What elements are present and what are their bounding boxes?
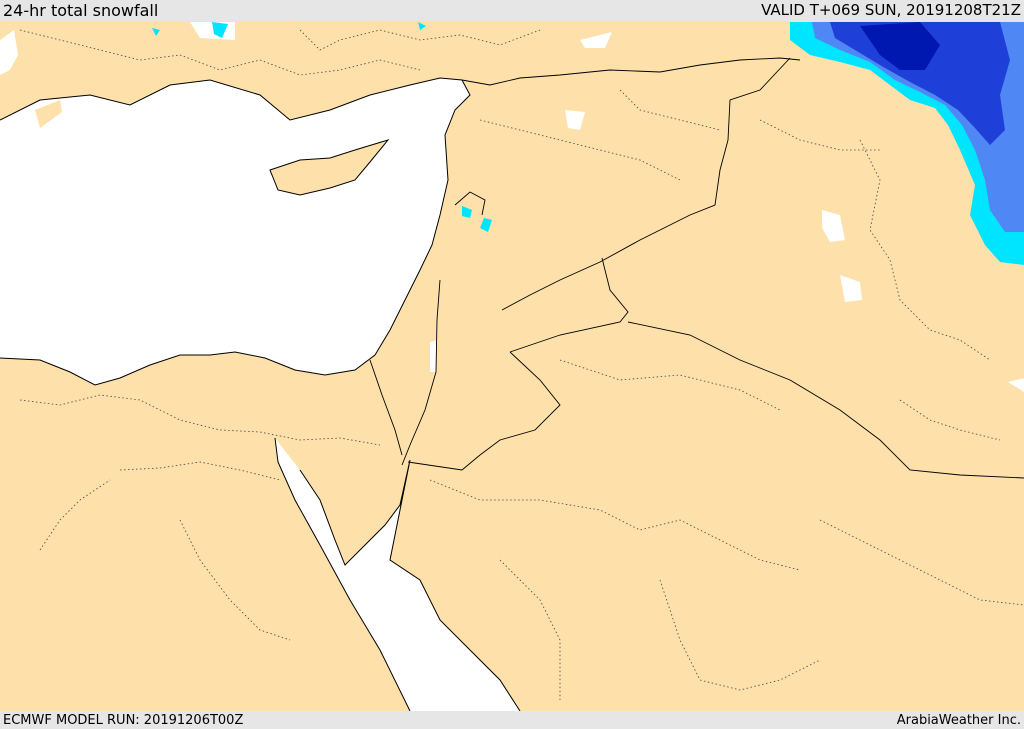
map-title: 24-hr total snowfall [3, 1, 159, 20]
credit: ArabiaWeather Inc. [896, 713, 1021, 728]
valid-time: VALID T+069 SUN, 20191208T21Z [761, 1, 1021, 19]
model-run: ECMWF MODEL RUN: 20191206T00Z [3, 713, 244, 728]
map-frame: 24-hr total snowfall VALID T+069 SUN, 20… [0, 0, 1024, 729]
snowfall-map [0, 21, 1024, 711]
